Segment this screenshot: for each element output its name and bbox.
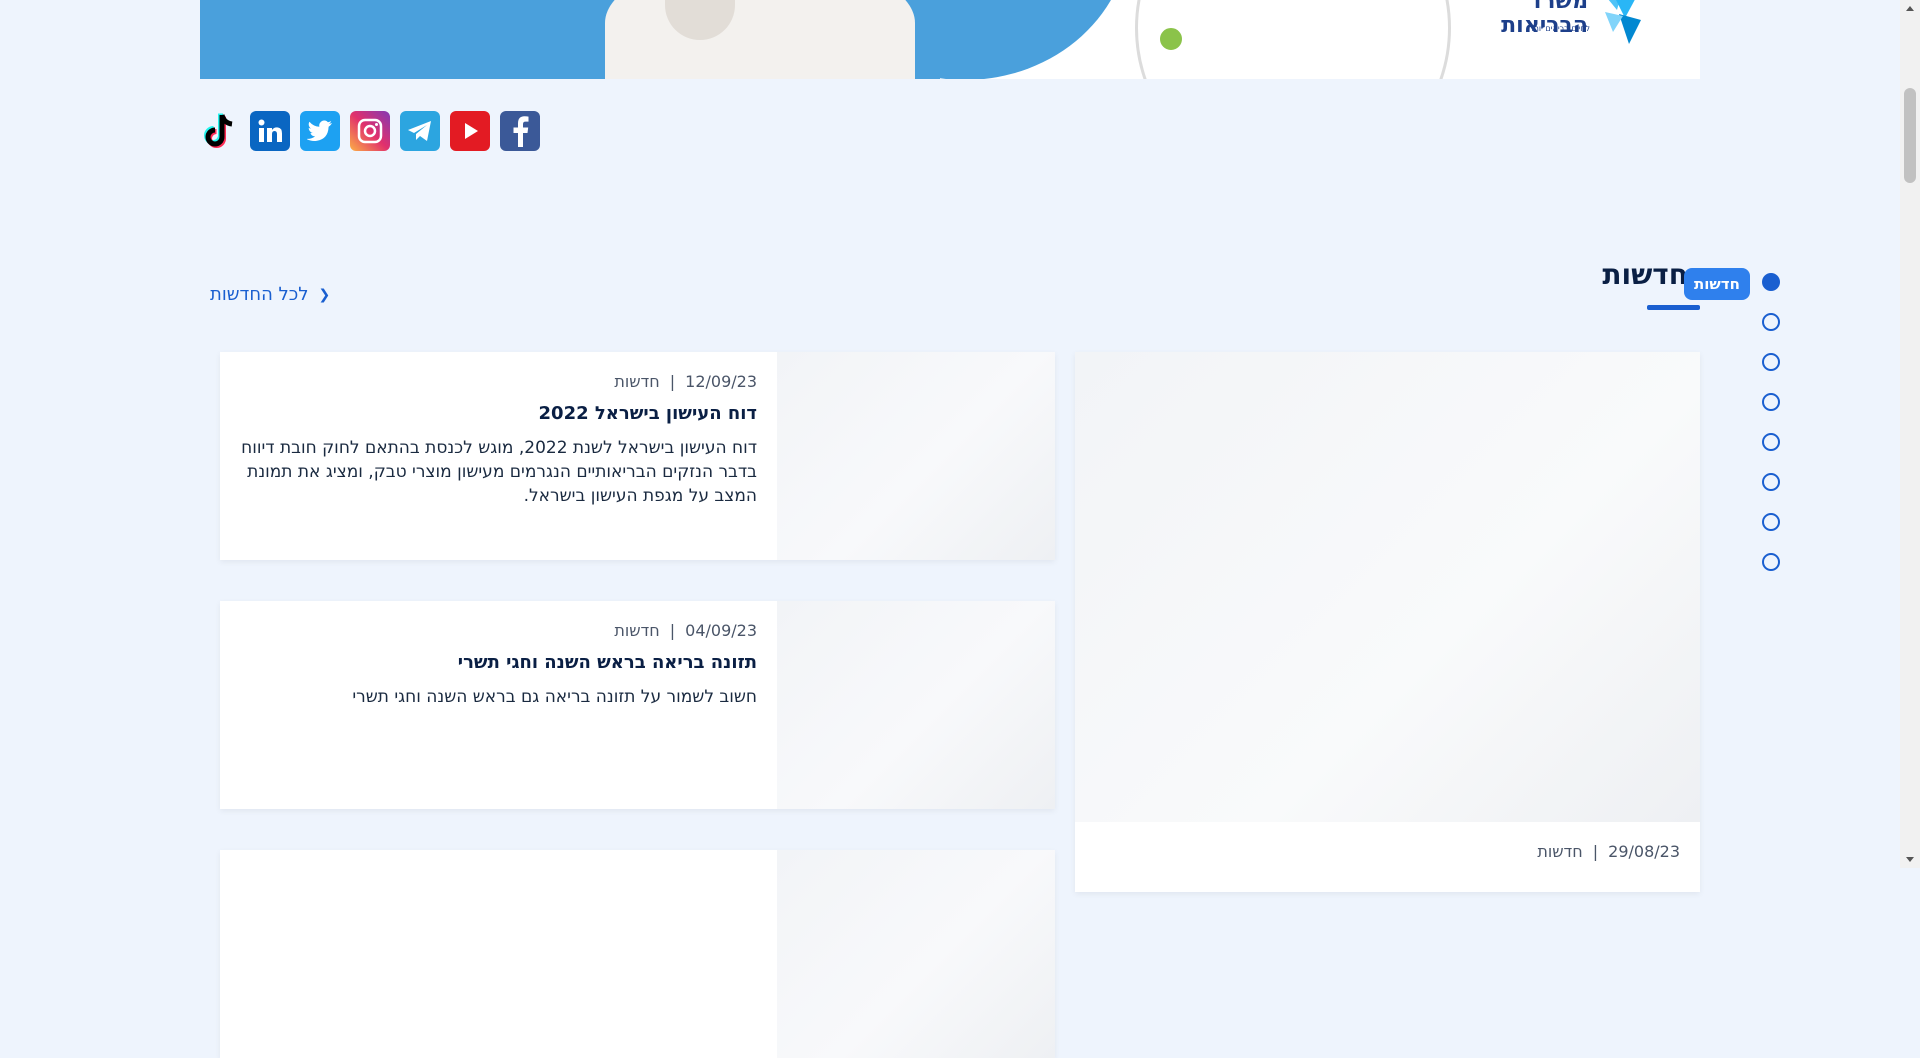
scrollbar-thumb[interactable] <box>1904 88 1916 183</box>
social-links <box>200 111 540 151</box>
section-title-underline <box>1647 305 1700 310</box>
nav-dot-2[interactable] <box>1762 313 1780 331</box>
news-card-category: חדשות <box>614 372 660 391</box>
tiktok-icon[interactable] <box>200 111 240 151</box>
nav-dot-5[interactable] <box>1762 433 1780 451</box>
news-card-date: 12/09/23 <box>685 372 757 391</box>
nav-dot-news[interactable] <box>1762 273 1780 291</box>
meta-separator: | <box>669 621 676 640</box>
nav-dot-3[interactable] <box>1762 353 1780 371</box>
hero-person-image <box>605 0 915 79</box>
meta-separator: | <box>669 372 676 391</box>
nav-dot-7[interactable] <box>1762 513 1780 531</box>
news-card-title: דוח העישון בישראל 2022 <box>538 403 757 424</box>
instagram-icon[interactable] <box>350 111 390 151</box>
news-card-title: תזונה בריאה בראש השנה וחגי תשרי <box>457 652 757 673</box>
featured-news-meta: 29/08/23 | חדשות <box>1537 842 1680 861</box>
news-card-category: חדשות <box>614 621 660 640</box>
scroll-down-arrow-icon[interactable] <box>1906 857 1914 862</box>
news-card-date: 04/09/23 <box>685 621 757 640</box>
news-card-meta: 04/09/23 | חדשות <box>237 621 757 640</box>
news-card-image <box>777 352 1055 560</box>
news-card[interactable] <box>220 850 1055 1058</box>
news-card-description: דוח העישון בישראל לשנת 2022, מוגש לכנסת … <box>241 438 757 506</box>
featured-news-card[interactable]: 29/08/23 | חדשות <box>1075 352 1700 892</box>
news-card[interactable]: 04/09/23 | חדשות תזונה בריאה בראש השנה ו… <box>220 601 1055 809</box>
youtube-icon[interactable] <box>450 111 490 151</box>
meta-separator: | <box>1592 842 1599 861</box>
ministry-logo-subtext: לחיים בריאים יותר <box>1529 24 1590 33</box>
page-scrollbar[interactable] <box>1900 0 1920 868</box>
news-card[interactable]: 12/09/23 | חדשות דוח העישון בישראל 2022 … <box>220 352 1055 560</box>
news-card-content: 12/09/23 | חדשות דוח העישון בישראל 2022 … <box>237 352 757 508</box>
section-title: חדשות <box>1602 258 1688 291</box>
nav-dot-8[interactable] <box>1762 553 1780 571</box>
news-card-image <box>777 601 1055 809</box>
linkedin-icon[interactable] <box>250 111 290 151</box>
news-card-description: חשוב לשמור על תזונה בריאה גם בראש השנה ו… <box>352 687 757 707</box>
scroll-up-arrow-icon[interactable] <box>1906 6 1914 11</box>
nav-dot-6[interactable] <box>1762 473 1780 491</box>
all-news-link[interactable]: ❮ לכל החדשות <box>210 284 330 305</box>
facebook-icon[interactable] <box>500 111 540 151</box>
hero-banner: משרד הבריאות לחיים בריאים יותר <box>200 0 1700 79</box>
news-card-content: 04/09/23 | חדשות תזונה בריאה בראש השנה ו… <box>237 601 757 709</box>
nav-dot-4[interactable] <box>1762 393 1780 411</box>
hero-green-dot <box>1158 26 1184 52</box>
telegram-icon[interactable] <box>400 111 440 151</box>
featured-news-date: 29/08/23 <box>1608 842 1680 861</box>
all-news-link-label: לכל החדשות <box>210 284 309 305</box>
featured-news-image <box>1075 352 1700 822</box>
section-nav-dots <box>1762 273 1780 593</box>
ministry-logo-icon <box>1605 0 1641 44</box>
news-card-meta: 12/09/23 | חדשות <box>237 372 757 391</box>
news-card-image <box>777 850 1055 1058</box>
section-tooltip: חדשות <box>1684 268 1750 300</box>
chevron-left-icon: ❮ <box>318 286 331 303</box>
twitter-icon[interactable] <box>300 111 340 151</box>
featured-news-category: חדשות <box>1537 842 1583 861</box>
